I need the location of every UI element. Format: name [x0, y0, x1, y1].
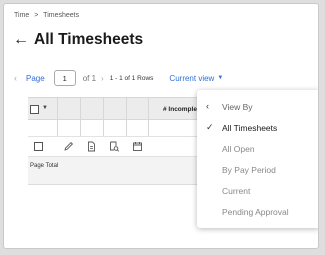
- breadcrumb: Time > Timesheets: [14, 12, 82, 19]
- caret-down-icon: ▼: [217, 75, 224, 81]
- breadcrumb-current: Timesheets: [43, 12, 80, 19]
- chevron-left-icon[interactable]: ‹: [14, 73, 17, 83]
- breadcrumb-separator: >: [34, 12, 39, 19]
- page-total-label: Page Total: [30, 163, 59, 169]
- calendar-icon[interactable]: [131, 140, 144, 153]
- page-title: All Timesheets: [34, 31, 144, 48]
- column-header-incomplete[interactable]: # Incomple: [163, 106, 197, 113]
- pager: ‹ Page of 1 › 1 - 1 of 1 Rows Current vi…: [14, 70, 223, 86]
- arrow-left-icon[interactable]: ←: [13, 32, 29, 48]
- timesheets-panel: Time > Timesheets ← All Timesheets ‹ Pag…: [3, 3, 319, 249]
- chevron-right-icon[interactable]: ›: [101, 74, 104, 83]
- menu-item-by-pay-period[interactable]: By Pay Period: [197, 160, 318, 180]
- menu-item-all-timesheets[interactable]: ✓ All Timesheets: [197, 118, 318, 138]
- checkmark-icon: ✓: [206, 122, 214, 132]
- row-checkbox[interactable]: [34, 142, 43, 151]
- search-document-icon[interactable]: [108, 140, 121, 153]
- chevron-left-icon: ‹: [206, 101, 209, 111]
- menu-item-pending-approval[interactable]: Pending Approval: [197, 202, 318, 222]
- breadcrumb-time-link[interactable]: Time: [14, 12, 29, 19]
- select-all-checkbox[interactable]: [30, 105, 39, 114]
- page-number-input[interactable]: [53, 70, 76, 86]
- select-menu-caret-icon[interactable]: ▼: [42, 105, 48, 111]
- menu-item-all-open[interactable]: All Open: [197, 139, 318, 159]
- page-count-text: of 1: [82, 73, 97, 83]
- current-view-label: Current view: [169, 73, 215, 83]
- rows-count-text: 1 - 1 of 1 Rows: [109, 74, 154, 82]
- menu-item-current[interactable]: Current: [197, 181, 318, 201]
- view-by-menu: ‹ View By ✓ All Timesheets All Open By P…: [197, 90, 318, 228]
- view-by-header[interactable]: ‹ View By: [197, 97, 318, 117]
- page-label: Page: [26, 73, 45, 83]
- current-view-dropdown[interactable]: Current view ▼: [169, 74, 223, 83]
- title-row: ← All Timesheets: [13, 31, 143, 49]
- pencil-icon[interactable]: [62, 140, 75, 153]
- document-icon[interactable]: [85, 140, 98, 153]
